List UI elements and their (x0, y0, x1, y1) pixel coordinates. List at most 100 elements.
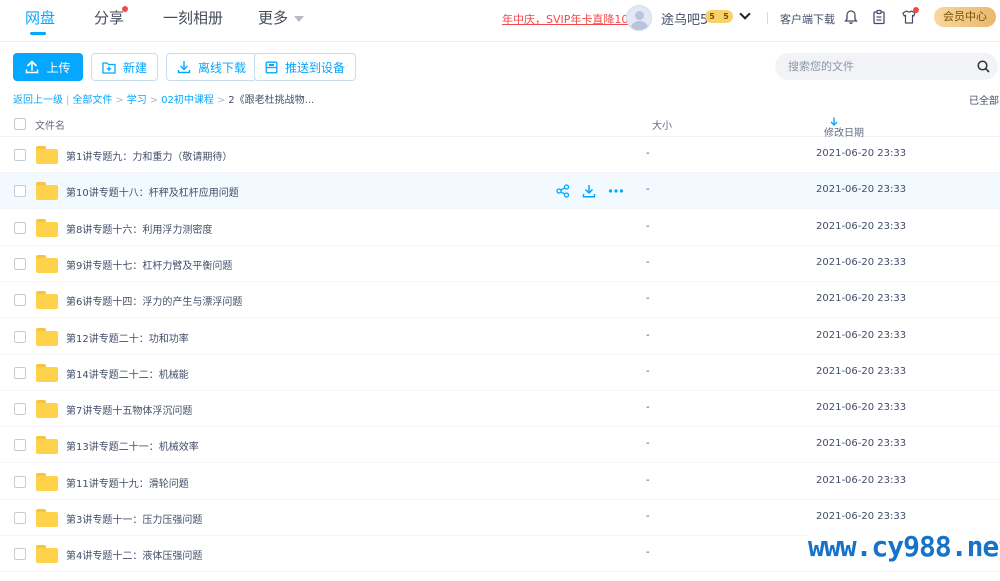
folder-icon (36, 400, 58, 419)
file-name[interactable]: 第3讲专题十一：压力压强问题 (66, 511, 202, 526)
file-size: - (646, 329, 650, 341)
breadcrumb-study[interactable]: 学习 (127, 95, 147, 106)
breadcrumb-separator: > (149, 95, 159, 106)
tab-photo-album[interactable]: 一刻相册 (163, 7, 223, 28)
file-name[interactable]: 第7讲专题十五物体浮沉问题 (66, 402, 192, 417)
file-size: - (646, 547, 650, 559)
breadcrumb-separator: | (66, 95, 70, 106)
promo-link[interactable]: 年中庆，SVIP年卡直降100 (502, 11, 635, 27)
file-name[interactable]: 第13讲专题二十一：机械效率 (66, 438, 199, 453)
tab-more-label: 更多 (258, 9, 289, 27)
new-folder-icon (102, 61, 116, 74)
file-size: - (646, 148, 650, 159)
upload-label: 上传 (46, 60, 71, 75)
skin-notification-dot (913, 7, 919, 13)
new-button[interactable]: 新建 (91, 53, 159, 81)
avatar[interactable] (626, 5, 652, 31)
folder-icon (36, 472, 58, 491)
folder-icon (36, 436, 58, 455)
active-tab-indicator (30, 32, 46, 35)
offline-download-button[interactable]: 离线下载 (166, 53, 258, 81)
chevron-down-icon (294, 15, 305, 22)
file-size: - (646, 402, 650, 414)
file-size: - (646, 256, 650, 268)
vip-center-button[interactable]: 会员中心 (934, 7, 996, 27)
table-row[interactable]: 第13讲专题二十一：机械效率 - 2021-06-20 23:33 (0, 427, 1000, 464)
file-size: - (646, 365, 650, 377)
column-header-name[interactable]: 文件名 (35, 117, 65, 132)
download-icon (177, 61, 191, 74)
svip-level: 5 (723, 12, 729, 21)
row-checkbox[interactable] (14, 475, 26, 488)
file-name[interactable]: 第4讲专题十二：液体压强问题 (66, 547, 202, 562)
column-header-modified[interactable]: 修改日期 (824, 117, 864, 139)
row-checkbox[interactable] (14, 512, 26, 524)
file-modified-date: 2021-06-20 23:33 (816, 365, 907, 377)
column-header-size[interactable]: 大小 (652, 117, 672, 132)
breadcrumb-separator: > (216, 95, 226, 106)
row-checkbox[interactable] (14, 257, 26, 270)
row-checkbox[interactable] (14, 294, 26, 307)
vip-level: 5 (709, 12, 715, 21)
row-checkbox[interactable] (14, 439, 26, 452)
file-name[interactable]: 第11讲专题十九：滑轮问题 (66, 475, 189, 490)
select-all-checkbox[interactable] (14, 118, 26, 130)
file-name[interactable]: 第14讲专题二十二：机械能 (66, 366, 189, 381)
breadcrumb-current: 2《跟老杜挑战物... (228, 95, 315, 106)
table-row[interactable]: 第6讲专题十四：浮力的产生与漂浮问题 - 2021-06-20 23:33 (0, 282, 1000, 319)
upload-button[interactable]: 上传 (13, 53, 83, 81)
row-checkbox[interactable] (14, 221, 26, 234)
file-name[interactable]: 第6讲专题十四：浮力的产生与漂浮问题 (66, 293, 242, 308)
bell-icon[interactable] (843, 9, 859, 25)
table-row[interactable]: 第7讲专题十五物体浮沉问题 - 2021-06-20 23:33 (0, 391, 1000, 428)
search-input[interactable] (788, 53, 968, 80)
file-name[interactable]: 第12讲专题二十：功和功率 (66, 330, 189, 345)
table-row[interactable]: 第9讲专题十七：杠杆力臂及平衡问题 - 2021-06-20 23:33 (0, 246, 1000, 282)
search-icon[interactable] (977, 60, 990, 73)
download-icon[interactable] (582, 184, 596, 198)
client-download-link[interactable]: 客户端下载 (780, 11, 835, 27)
file-name[interactable]: 第8讲专题十六：利用浮力测密度 (66, 221, 212, 236)
tab-share[interactable]: 分享 (94, 7, 124, 28)
clipboard-icon[interactable] (871, 9, 887, 25)
more-icon[interactable] (608, 184, 624, 198)
folder-icon (36, 182, 58, 201)
file-modified-date: 2021-06-20 23:33 (816, 220, 907, 232)
breadcrumb-all-files[interactable]: 全部文件 (72, 95, 112, 106)
tab-more[interactable]: 更多 (258, 7, 305, 28)
table-row[interactable]: 第8讲专题十六：利用浮力测密度 - 2021-06-20 23:33 (0, 210, 1000, 246)
file-name[interactable]: 第1讲专题九：力和重力（敬请期待） (66, 148, 232, 163)
folder-icon (36, 363, 58, 382)
folder-icon (36, 146, 58, 164)
loaded-all-status: 已全部 (969, 96, 999, 107)
offline-download-label: 离线下载 (198, 60, 247, 75)
file-name[interactable]: 第9讲专题十七：杠杆力臂及平衡问题 (66, 257, 232, 272)
row-checkbox[interactable] (14, 330, 26, 343)
tab-netdisk[interactable]: 网盘 (25, 7, 55, 28)
row-checkbox[interactable] (14, 548, 26, 561)
file-modified-date: 2021-06-20 23:33 (816, 329, 907, 341)
share-icon[interactable] (556, 184, 570, 198)
row-checkbox[interactable] (14, 149, 26, 161)
username[interactable]: 途乌吧5 (661, 9, 708, 28)
table-row[interactable]: 第14讲专题二十二：机械能 - 2021-06-20 23:33 (0, 355, 1000, 391)
file-modified-date: 2021-06-20 23:33 (816, 148, 907, 159)
breadcrumb-separator: > (115, 95, 124, 106)
folder-icon (36, 254, 58, 273)
file-size: - (646, 293, 650, 305)
push-device-label: 推送到设备 (285, 60, 346, 75)
file-modified-date: 2021-06-20 23:33 (816, 511, 907, 522)
table-row[interactable]: 第10讲专题十八：杆秤及杠杆应用问题 - 2021-06-20 23:33 (0, 173, 1000, 210)
row-checkbox[interactable] (14, 185, 26, 198)
table-row[interactable]: 第1讲专题九：力和重力（敬请期待） - 2021-06-20 23:33 (0, 137, 1000, 173)
file-name[interactable]: 第10讲专题十八：杆秤及杠杆应用问题 (66, 184, 239, 199)
breadcrumb-junior-course[interactable]: 02初中课程 (161, 95, 214, 106)
user-menu-chevron-icon[interactable] (739, 8, 751, 20)
table-row[interactable]: 第12讲专题二十：功和功率 - 2021-06-20 23:33 (0, 319, 1000, 355)
back-link[interactable]: 返回上一级 (13, 95, 63, 106)
row-checkbox[interactable] (14, 366, 26, 379)
folder-icon (36, 509, 58, 527)
push-device-button[interactable]: 推送到设备 (254, 53, 357, 81)
table-row[interactable]: 第11讲专题十九：滑轮问题 - 2021-06-20 23:33 (0, 464, 1000, 500)
row-checkbox[interactable] (14, 403, 26, 416)
